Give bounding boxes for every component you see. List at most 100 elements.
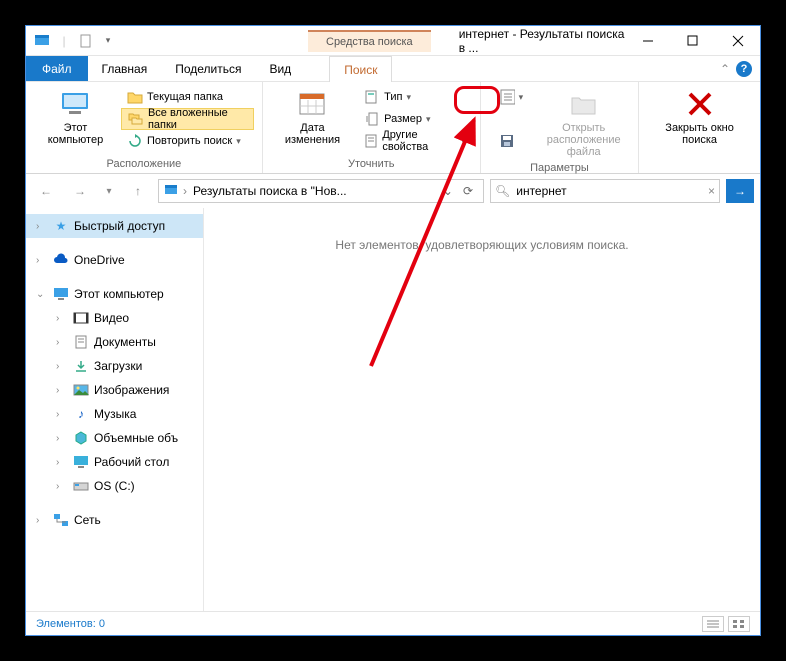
group-refine: Дата изменения Тип ▾ Размер ▾ <box>263 82 481 173</box>
type-icon <box>364 89 380 105</box>
chevron-down-icon: ▾ <box>519 92 524 103</box>
drive-icon <box>72 477 90 495</box>
tree-desktop[interactable]: › Рабочий стол <box>26 450 203 474</box>
tab-search[interactable]: Поиск <box>329 56 392 82</box>
monitor-icon <box>59 88 91 120</box>
address-box[interactable]: › ⌄ ⟳ <box>158 179 484 203</box>
tab-file[interactable]: Файл <box>26 56 88 81</box>
close-button[interactable] <box>715 27 760 55</box>
calendar-icon <box>296 88 328 120</box>
group-options: ▾ Открыть расположение файла Параметры <box>481 82 639 173</box>
search-input[interactable] <box>514 183 704 199</box>
type-button[interactable]: Тип ▾ <box>358 86 472 108</box>
status-items-count: Элементов: 0 <box>36 618 105 630</box>
ribbon: Этот компьютер Текущая папка Все вложенн… <box>26 82 760 174</box>
window-title: интернет - Результаты поиска в ... <box>431 27 625 55</box>
all-subfolders-button[interactable]: Все вложенные папки <box>121 108 254 130</box>
qat-dropdown-icon[interactable]: ▾ <box>98 31 118 51</box>
chevron-down-icon[interactable]: ⌄ <box>443 184 453 198</box>
properties-icon <box>364 133 378 149</box>
list-icon <box>499 89 515 105</box>
tree-music[interactable]: ›♪ Музыка <box>26 402 203 426</box>
chevron-down-icon: ⌄ <box>36 289 48 300</box>
ribbon-collapse-icon[interactable]: ⌃ <box>720 62 730 76</box>
app-icon <box>32 31 52 51</box>
qat-divider: | <box>54 31 74 51</box>
tree-onedrive[interactable]: › OneDrive <box>26 248 203 272</box>
view-details-button[interactable] <box>702 616 724 632</box>
tree-3d[interactable]: › Объемные объ <box>26 426 203 450</box>
star-icon: ★ <box>52 217 70 235</box>
help-icon[interactable]: ? <box>736 61 752 77</box>
folder-icon <box>127 89 143 105</box>
group-close: Закрыть окно поиска <box>639 82 760 173</box>
search-again-button[interactable]: Повторить поиск ▾ <box>121 130 254 152</box>
pictures-icon <box>72 381 90 399</box>
video-icon <box>72 309 90 327</box>
chevron-down-icon: ▾ <box>236 136 241 147</box>
search-icon: 🔍︎ <box>495 184 510 198</box>
titlebar: | ▾ Средства поиска интернет - Результат… <box>26 26 760 56</box>
this-pc-button[interactable]: Этот компьютер <box>34 86 117 148</box>
this-pc-button-label: Этот компьютер <box>38 122 113 146</box>
address-bar: ← → ▾ ↑ › ⌄ ⟳ 🔍︎ × → <box>26 174 760 208</box>
current-folder-button[interactable]: Текущая папка <box>121 86 254 108</box>
address-input[interactable] <box>191 183 439 199</box>
tree-downloads[interactable]: › Загрузки <box>26 354 203 378</box>
monitor-icon <box>52 285 70 303</box>
tree-videos[interactable]: › Видео <box>26 306 203 330</box>
close-search-button[interactable]: Закрыть окно поиска <box>647 86 752 148</box>
chevron-right-icon: › <box>36 221 48 232</box>
clear-search-icon[interactable]: × <box>708 184 715 198</box>
contextual-tab-label: Средства поиска <box>308 30 431 52</box>
tree-this-pc[interactable]: ⌄ Этот компьютер <box>26 282 203 306</box>
size-icon <box>364 111 380 127</box>
tab-share[interactable]: Поделиться <box>161 56 255 81</box>
tree-network[interactable]: › Сеть <box>26 508 203 532</box>
close-x-icon <box>684 88 716 120</box>
open-location-button: Открыть расположение файла <box>537 86 630 160</box>
view-icons-button[interactable] <box>728 616 750 632</box>
tree-os-c[interactable]: › OS (C:) <box>26 474 203 498</box>
chevron-right-icon: › <box>36 255 48 266</box>
tab-view[interactable]: Вид <box>255 56 305 81</box>
size-button[interactable]: Размер ▾ <box>358 108 472 130</box>
chevron-down-icon: ▾ <box>461 136 466 147</box>
content-pane: Нет элементов, удовлетворяющих условиям … <box>204 208 760 611</box>
cloud-icon <box>52 251 70 269</box>
save-icon <box>499 133 515 149</box>
minimize-button[interactable] <box>625 27 670 55</box>
qat-doc-icon[interactable] <box>76 31 96 51</box>
desktop-icon <box>72 453 90 471</box>
search-box[interactable]: 🔍︎ × <box>490 179 720 203</box>
chevron-down-icon: ▾ <box>406 92 411 103</box>
refresh-icon[interactable]: ⟳ <box>457 184 479 198</box>
search-folder-icon <box>163 182 179 201</box>
save-search-button[interactable] <box>489 130 534 152</box>
recent-searches-button[interactable]: ▾ <box>489 86 534 108</box>
tree-documents[interactable]: › Документы <box>26 330 203 354</box>
up-button[interactable]: ↑ <box>124 178 152 204</box>
explorer-window: | ▾ Средства поиска интернет - Результат… <box>25 25 761 636</box>
download-icon <box>72 357 90 375</box>
tree-pictures[interactable]: › Изображения <box>26 378 203 402</box>
refresh-icon <box>127 133 143 149</box>
status-bar: Элементов: 0 <box>26 611 760 635</box>
back-button[interactable]: ← <box>32 178 60 204</box>
tree-quick-access[interactable]: › ★ Быстрый доступ <box>26 214 203 238</box>
search-go-button[interactable]: → <box>726 179 754 203</box>
chevron-down-icon: ▾ <box>426 114 431 125</box>
menubar: Файл Главная Поделиться Вид Поиск ⌃ ? <box>26 56 760 82</box>
tab-home[interactable]: Главная <box>88 56 162 81</box>
forward-button[interactable]: → <box>66 178 94 204</box>
document-icon <box>72 333 90 351</box>
music-icon: ♪ <box>72 405 90 423</box>
recent-button[interactable]: ▾ <box>100 178 118 204</box>
folders-icon <box>128 111 144 127</box>
cube-icon <box>72 429 90 447</box>
nav-tree: › ★ Быстрый доступ › OneDrive ⌄ Этот ком… <box>26 208 204 611</box>
other-props-button[interactable]: Другие свойства ▾ <box>358 130 472 152</box>
date-modified-button[interactable]: Дата изменения <box>271 86 354 148</box>
quick-access-toolbar: | ▾ <box>26 31 118 51</box>
maximize-button[interactable] <box>670 27 715 55</box>
